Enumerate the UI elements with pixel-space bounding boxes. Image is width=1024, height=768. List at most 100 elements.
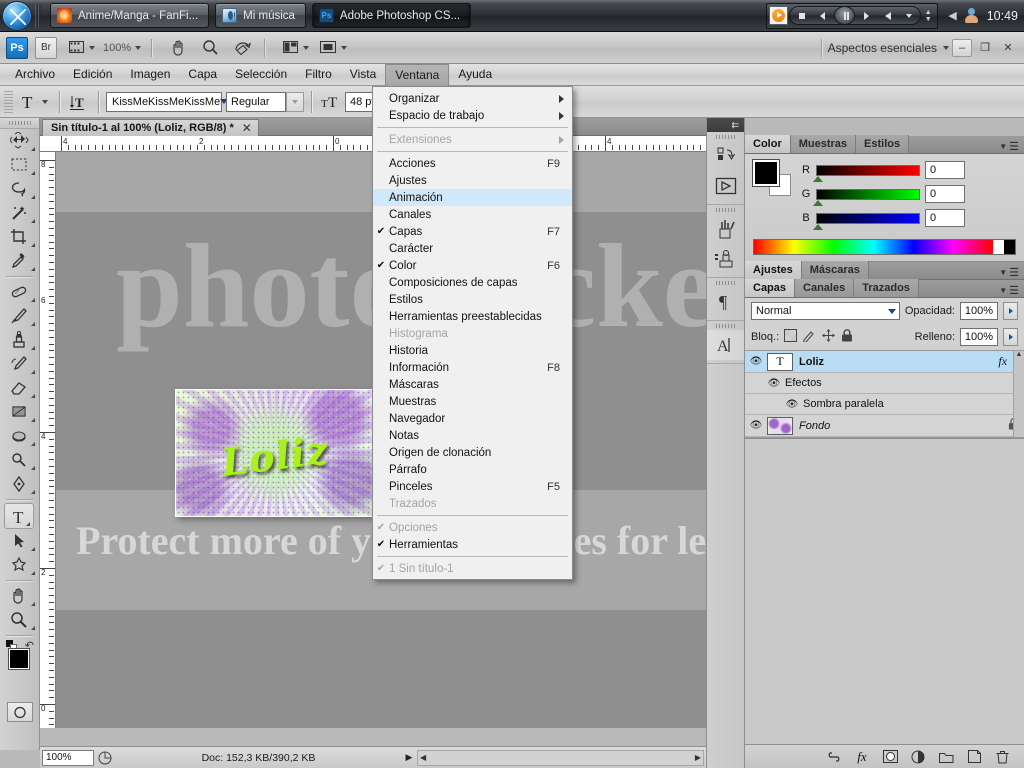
dock-group-grip[interactable]	[707, 205, 744, 214]
previous-track-button[interactable]	[813, 8, 832, 23]
white-swatch[interactable]	[993, 240, 1004, 254]
anti-alias-icon[interactable]: TT	[319, 91, 343, 113]
dock-expand-icon[interactable]: ⇇	[707, 118, 744, 132]
healing-brush-tool[interactable]	[0, 280, 38, 304]
menu-item-car-cter[interactable]: Carácter	[373, 240, 572, 257]
blue-slider[interactable]	[813, 212, 920, 230]
menu-item-capas[interactable]: ✔ Capas F7	[373, 223, 572, 240]
list-item[interactable]: 👁 Sombra paralela	[745, 394, 1024, 415]
lasso-tool[interactable]	[0, 177, 38, 201]
layer-name[interactable]: Fondo	[799, 420, 830, 432]
blend-mode-chevron-down-icon[interactable]	[887, 308, 896, 314]
adjustments-panel-menu-icon[interactable]: ▼ ☰	[994, 266, 1024, 279]
blend-mode-select[interactable]: Normal	[751, 302, 900, 320]
tab-canales[interactable]: Canales	[795, 279, 855, 297]
menu-item-espacio-de-trabajo[interactable]: Espacio de trabajo	[373, 107, 572, 124]
eyedropper-tool[interactable]	[0, 249, 38, 273]
menu-item-composiciones-de-capas[interactable]: Composiciones de capas	[373, 274, 572, 291]
menu-item-acciones[interactable]: Acciones F9	[373, 155, 572, 172]
marquee-tool[interactable]	[0, 153, 38, 177]
opacity-slider-icon[interactable]	[1003, 302, 1018, 320]
menu-item-origen-de-clonaci-n[interactable]: Origen de clonación	[373, 444, 572, 461]
layer-visibility-icon[interactable]: 👁	[745, 356, 767, 367]
layers-scrollbar[interactable]: ▲	[1013, 351, 1024, 437]
menu-item-informaci-n[interactable]: Información F8	[373, 359, 572, 376]
add-layer-style-icon[interactable]: fx	[854, 749, 870, 765]
crop-tool[interactable]	[0, 225, 38, 249]
lock-all-icon[interactable]	[841, 329, 853, 345]
path-selection-tool[interactable]	[0, 529, 38, 553]
history-icon[interactable]	[707, 141, 744, 171]
media-toolbar-resize-icons[interactable]: ▲ ▼	[922, 9, 934, 23]
restore-button[interactable]: ❐	[975, 39, 995, 57]
screen-mode-chevron-down-icon[interactable]	[341, 45, 348, 50]
menu-item-estilos[interactable]: Estilos	[373, 291, 572, 308]
menu-item-opciones[interactable]: ✔ Opciones	[373, 519, 572, 536]
menubar-item-archivo[interactable]: Archivo	[6, 64, 64, 85]
dock-group-grip[interactable]	[707, 321, 744, 330]
menu-item-historia[interactable]: Historia	[373, 342, 572, 359]
new-group-icon[interactable]	[938, 749, 954, 765]
pause-button[interactable]	[834, 6, 856, 25]
red-value[interactable]: 0	[925, 161, 965, 179]
effect-visibility-icon[interactable]: 👁	[781, 399, 803, 410]
document-artboard[interactable]: Loliz	[175, 389, 375, 517]
zoom-tool-icon[interactable]	[198, 37, 222, 59]
scroll-right-icon[interactable]: ▶	[695, 753, 703, 762]
actions-icon[interactable]	[707, 171, 744, 201]
add-layer-mask-icon[interactable]	[882, 749, 898, 765]
menu-item-animaci-n[interactable]: Animación	[373, 189, 572, 206]
zoom-level-display[interactable]: 100%	[103, 37, 142, 59]
taskbar-button-photoshop[interactable]: Ps Adobe Photoshop CS...	[311, 3, 472, 28]
green-value[interactable]: 0	[925, 185, 965, 203]
color-spectrum-ramp[interactable]	[753, 239, 1016, 255]
font-style-chevron-down-icon[interactable]	[286, 91, 304, 112]
eraser-tool[interactable]	[0, 376, 38, 400]
active-tool-preset[interactable]: T	[17, 90, 52, 114]
red-slider[interactable]	[813, 164, 920, 182]
menu-item-navegador[interactable]: Navegador	[373, 410, 572, 427]
gradient-tool[interactable]	[0, 400, 38, 424]
rotate-view-tool-icon[interactable]	[230, 37, 254, 59]
color-panel-foreground-swatch[interactable]	[752, 159, 780, 187]
black-swatch[interactable]	[1004, 240, 1015, 254]
status-menu-icon[interactable]	[94, 749, 116, 767]
delete-layer-icon[interactable]	[994, 749, 1010, 765]
tab-capas[interactable]: Capas	[745, 279, 796, 297]
tab-trazados[interactable]: Trazados	[854, 279, 919, 297]
volume-dropdown-icon[interactable]	[899, 8, 918, 23]
show-hidden-icons-icon[interactable]: ◀	[948, 9, 956, 22]
menubar-item-ventana[interactable]: Ventana	[385, 63, 450, 86]
zoom-input[interactable]: 100%	[42, 749, 94, 766]
menu-item-histograma[interactable]: Histograma	[373, 325, 572, 342]
list-item[interactable]: 👁 Efectos	[745, 373, 1024, 394]
tools-panel-grip[interactable]	[0, 118, 39, 129]
layer-effects-icon[interactable]: fx	[998, 354, 1007, 369]
menubar-item-imagen[interactable]: Imagen	[121, 64, 179, 85]
close-tab-icon[interactable]: ✕	[242, 121, 252, 135]
view-extras-icon[interactable]	[65, 37, 89, 59]
menu-item-muestras[interactable]: Muestras	[373, 393, 572, 410]
screen-mode-icon[interactable]	[317, 37, 341, 59]
tab-ajustes[interactable]: Ajustes	[745, 261, 802, 279]
green-slider[interactable]	[813, 188, 920, 206]
fill-input[interactable]: 100%	[960, 328, 998, 346]
brushes-icon[interactable]	[707, 214, 744, 244]
stop-button[interactable]	[792, 8, 811, 23]
menu-item-herramientas-preestablecidas[interactable]: Herramientas preestablecidas	[373, 308, 572, 325]
dock-group-grip[interactable]	[707, 132, 744, 141]
effects-visibility-icon[interactable]: 👁	[763, 378, 785, 389]
menu-item-p-rrafo[interactable]: Párrafo	[373, 461, 572, 478]
new-layer-icon[interactable]	[966, 749, 982, 765]
zoom-tool[interactable]	[0, 608, 38, 632]
tab-mascaras[interactable]: Máscaras	[801, 261, 869, 279]
menubar-item-vista[interactable]: Vista	[341, 64, 385, 85]
dodge-tool[interactable]	[0, 448, 38, 472]
table-row[interactable]: 👁 T Loliz fx ▲	[745, 351, 1024, 373]
horizontal-scrollbar[interactable]: ◀ ▶	[417, 749, 704, 766]
start-button[interactable]	[2, 0, 32, 31]
hand-tool[interactable]	[0, 584, 38, 608]
menu-item-organizar[interactable]: Organizar	[373, 90, 572, 107]
layer-thumbnail[interactable]: T	[767, 352, 793, 371]
menu-item-herramientas[interactable]: ✔ Herramientas	[373, 536, 572, 553]
